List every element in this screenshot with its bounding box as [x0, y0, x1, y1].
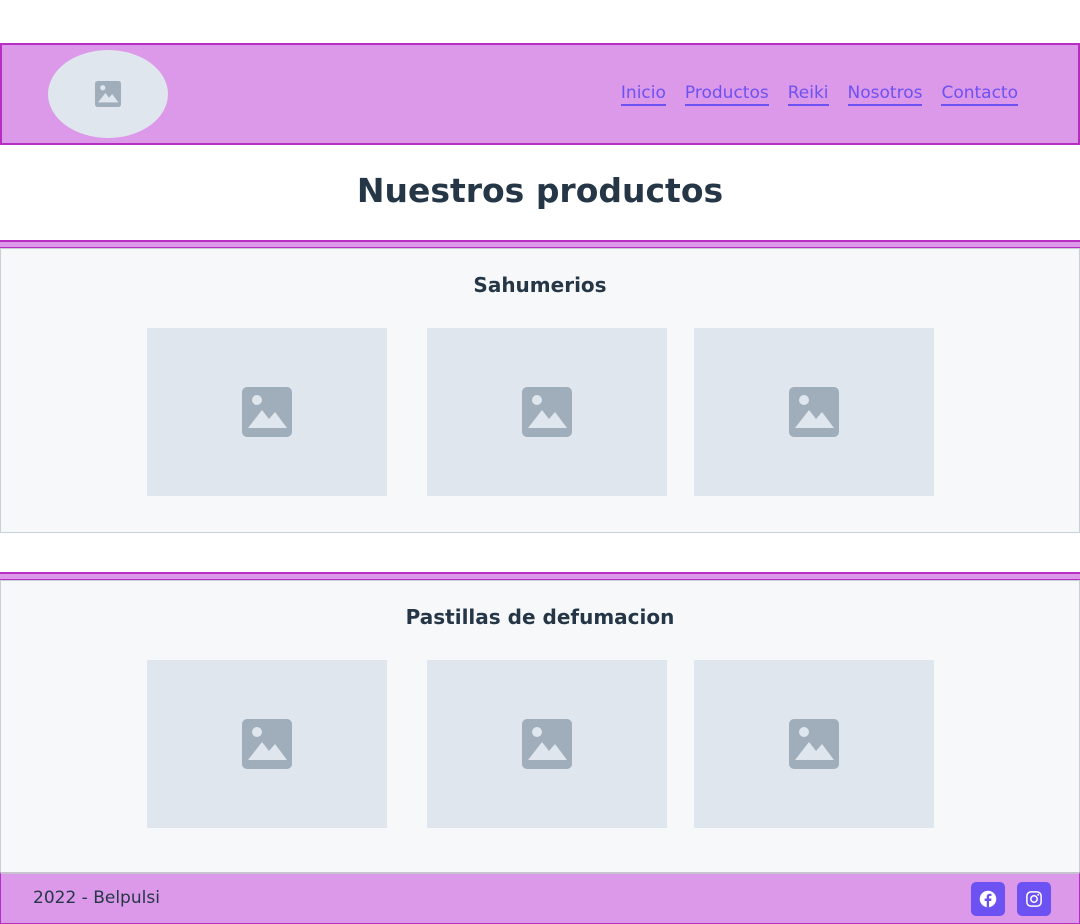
section-divider [0, 240, 1080, 248]
product-card[interactable] [427, 328, 667, 496]
nav-link-productos[interactable]: Productos [684, 83, 769, 106]
section-pastillas: Pastillas de defumacion [0, 580, 1080, 874]
nav-link-nosotros[interactable]: Nosotros [847, 83, 923, 106]
product-card[interactable] [427, 660, 667, 828]
section-divider [0, 572, 1080, 580]
nav-link-contacto[interactable]: Contacto [941, 83, 1018, 106]
image-placeholder-icon [242, 387, 292, 437]
nav-link-reiki[interactable]: Reiki [787, 83, 829, 106]
product-card[interactable] [694, 328, 934, 496]
image-placeholder-icon [789, 719, 839, 769]
product-card[interactable] [147, 328, 387, 496]
site-footer: 2022 - Belpulsi [0, 872, 1080, 924]
instagram-icon [1026, 891, 1042, 907]
image-placeholder-icon [522, 719, 572, 769]
logo[interactable] [48, 50, 168, 138]
section-title: Sahumerios [473, 273, 607, 297]
main-nav: Inicio Productos Reiki Nosotros Contacto [620, 83, 1018, 106]
section-sahumerios: Sahumerios [0, 248, 1080, 533]
image-placeholder-icon [242, 719, 292, 769]
copyright-text: 2022 - Belpulsi [33, 888, 160, 908]
nav-link-inicio[interactable]: Inicio [620, 83, 666, 106]
image-placeholder-icon [95, 81, 121, 107]
instagram-button[interactable] [1017, 882, 1051, 916]
image-placeholder-icon [522, 387, 572, 437]
section-title: Pastillas de defumacion [405, 605, 675, 629]
image-placeholder-icon [789, 387, 839, 437]
product-card[interactable] [147, 660, 387, 828]
page-title: Nuestros productos [356, 171, 724, 210]
site-header: Inicio Productos Reiki Nosotros Contacto [0, 43, 1080, 145]
facebook-icon [979, 890, 997, 908]
product-card[interactable] [694, 660, 934, 828]
facebook-button[interactable] [971, 882, 1005, 916]
